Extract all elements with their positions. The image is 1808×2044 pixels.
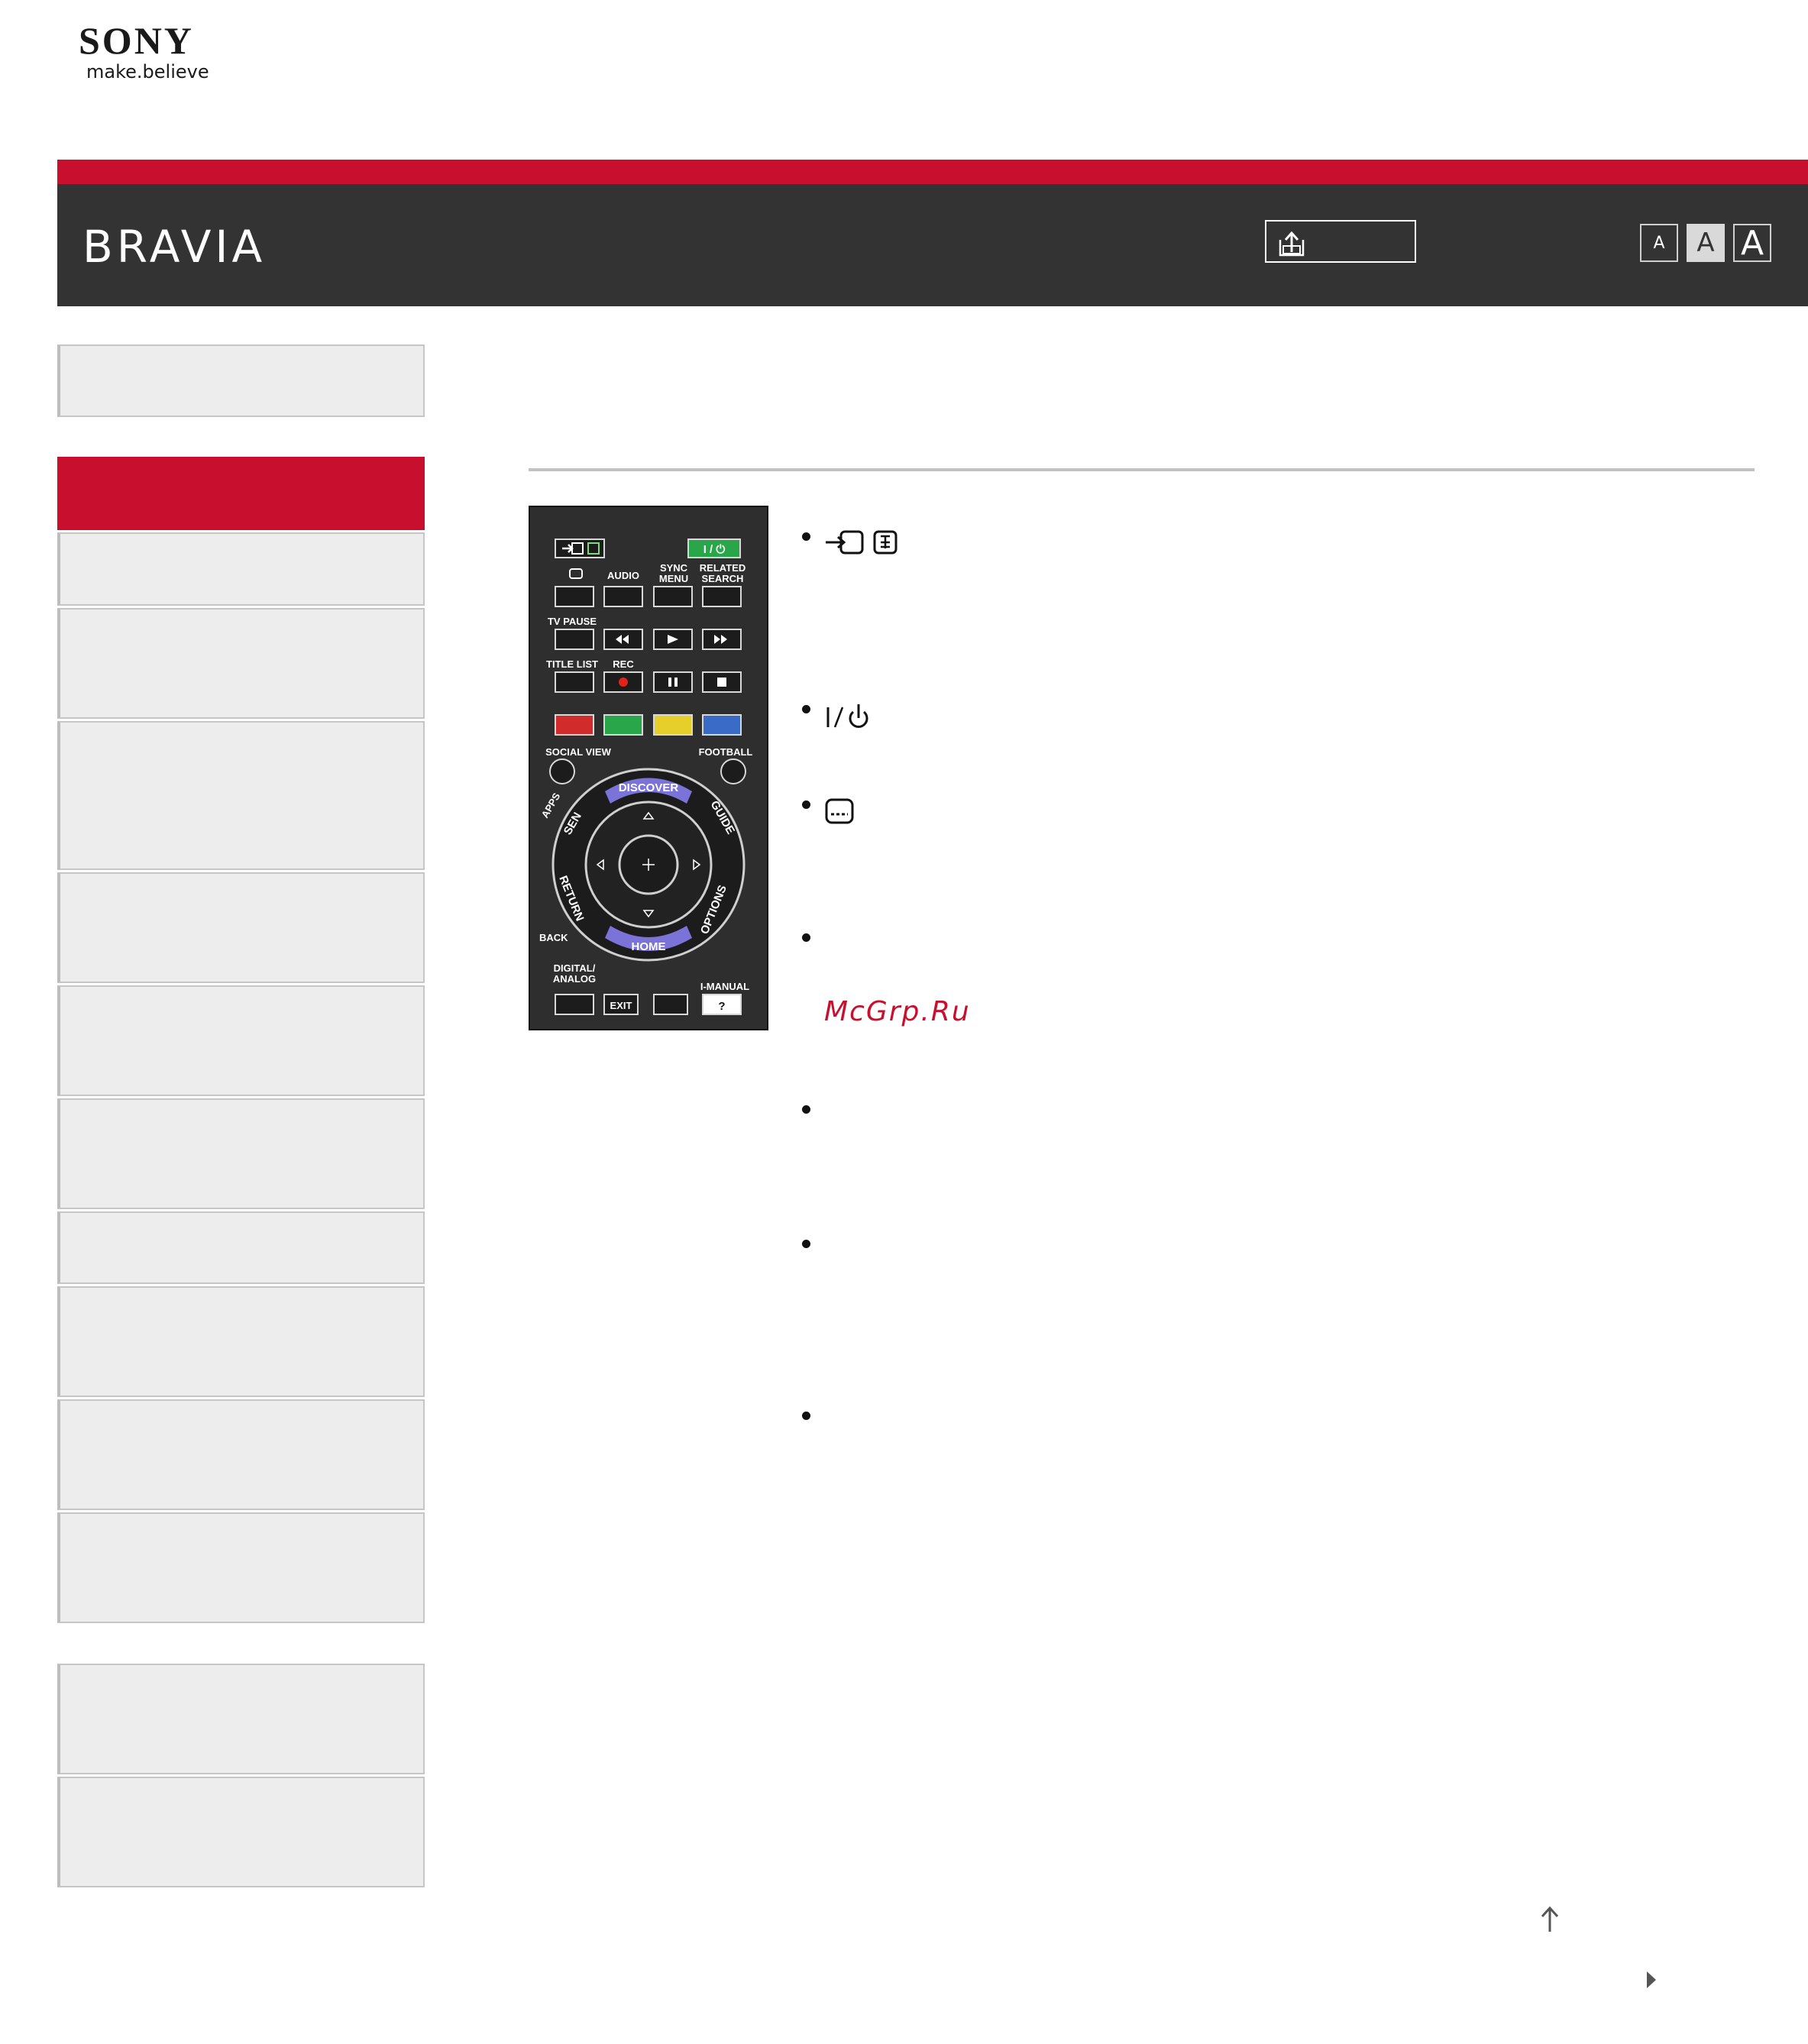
remote-apps-label: APPS: [539, 791, 563, 820]
remote-rec-label: REC: [613, 658, 634, 670]
list-bullet: [802, 1105, 810, 1114]
remote-control-image: .rl { font-family: "Liberation Sans", sa…: [529, 506, 768, 1030]
font-size-medium-button[interactable]: A: [1687, 224, 1725, 262]
sidebar-item[interactable]: [57, 985, 425, 1096]
header-accent-bar: [57, 160, 1808, 184]
input-icon: [824, 527, 908, 561]
sidebar-item[interactable]: [57, 1399, 425, 1510]
list-bullet: [802, 933, 810, 942]
remote-social-view-label: SOCIAL VIEW: [545, 746, 611, 758]
list-bullet: [802, 1240, 810, 1248]
remote-related-label: RELATED: [700, 562, 746, 574]
watermark-text: McGrp.Ru: [824, 996, 971, 1027]
remote-menu-label: MENU: [659, 573, 688, 584]
remote-back-label: BACK: [539, 932, 568, 943]
back-to-top-icon[interactable]: [1539, 1906, 1561, 1937]
power-icon: [824, 701, 873, 736]
sidebar-item[interactable]: [57, 872, 425, 983]
remote-analog-label: ANALOG: [553, 973, 596, 985]
remote-football-label: FOOTBALL: [699, 746, 753, 758]
remote-home-label: HOME: [632, 940, 666, 953]
sidebar-item[interactable]: [57, 608, 425, 719]
remote-audio-label: AUDIO: [607, 570, 639, 581]
sony-logo: SONY make.believe: [79, 21, 209, 82]
sidebar-item[interactable]: [57, 532, 425, 606]
remote-discover-label: DISCOVER: [619, 781, 679, 794]
sidebar-search-box[interactable]: [57, 344, 425, 417]
sidebar-item[interactable]: [57, 1211, 425, 1284]
font-size-small-button[interactable]: A: [1640, 224, 1678, 262]
sony-tagline: make.believe: [86, 61, 209, 82]
list-bullet: [802, 800, 810, 809]
sidebar-item[interactable]: [57, 1664, 425, 1774]
remote-i-manual-label: I-MANUAL: [700, 981, 749, 992]
product-title: BRAVIA: [82, 221, 267, 273]
sidebar-item[interactable]: [57, 1777, 425, 1887]
list-bullet: [802, 532, 810, 541]
next-page-icon[interactable]: [1645, 1969, 1658, 1994]
subtitle-icon: [824, 796, 856, 830]
title-divider: [529, 468, 1755, 471]
sidebar-item[interactable]: [57, 1512, 425, 1623]
remote-title-list-label: TITLE LIST: [546, 658, 598, 670]
print-button[interactable]: [1265, 220, 1416, 263]
sony-wordmark: SONY: [79, 19, 194, 62]
remote-digital-label: DIGITAL/: [554, 962, 596, 974]
sidebar-item[interactable]: [57, 1098, 425, 1209]
sidebar-item[interactable]: [57, 1286, 425, 1397]
remote-tv-pause-label: TV PAUSE: [548, 616, 597, 627]
header-bar: BRAVIA A A A: [57, 184, 1808, 306]
print-icon: [1279, 231, 1305, 257]
remote-sync-label: SYNC: [660, 562, 688, 574]
list-bullet: [802, 1412, 810, 1420]
remote-help-label: ?: [718, 1000, 725, 1013]
list-bullet: [802, 705, 810, 713]
font-size-large-button[interactable]: A: [1733, 224, 1771, 263]
remote-search-label: SEARCH: [702, 573, 744, 584]
sidebar-item[interactable]: [57, 721, 425, 870]
remote-exit-label: EXIT: [610, 1000, 632, 1011]
remote-power-label: I / ⏻: [703, 543, 726, 556]
sidebar-item-active[interactable]: [57, 457, 425, 530]
